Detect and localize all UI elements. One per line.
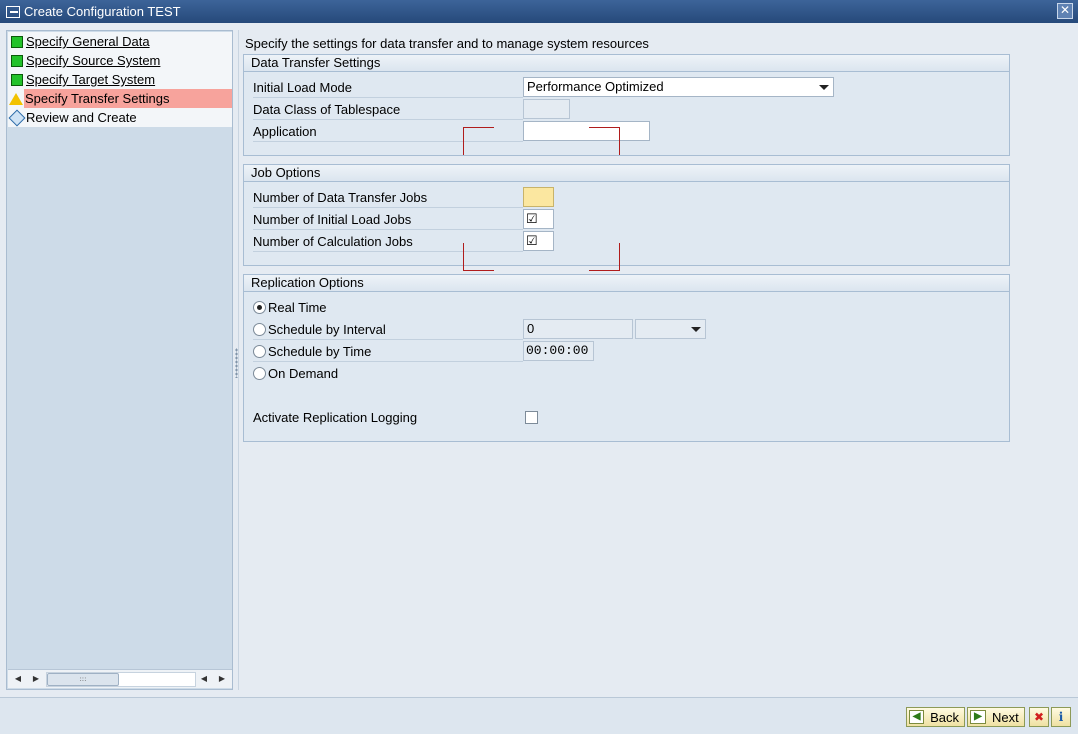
pane-divider — [238, 30, 239, 690]
chevron-down-icon[interactable] — [691, 327, 701, 332]
red-bracket-marker — [589, 127, 620, 155]
time-field[interactable]: 00:00:00 — [523, 341, 594, 361]
info-button[interactable]: i — [1051, 707, 1071, 727]
red-bracket-marker — [463, 243, 494, 271]
next-arrow-icon: ▶ — [970, 710, 986, 724]
schedule-time-radio[interactable] — [253, 345, 266, 358]
initial-load-jobs-label: Number of Initial Load Jobs — [253, 209, 523, 230]
chevron-down-icon[interactable] — [819, 85, 829, 90]
initial-load-mode-label: Initial Load Mode — [253, 77, 523, 98]
schedule-interval-radio[interactable] — [253, 323, 266, 336]
row-divider — [253, 339, 523, 340]
step-review-create[interactable]: Review and Create — [8, 108, 232, 127]
scroll-left-icon[interactable]: ◀ — [12, 673, 24, 685]
diamond-icon — [8, 109, 26, 126]
replication-options-group: Replication Options Real Time Schedule b… — [243, 274, 1010, 442]
next-button[interactable]: ▶ Next — [967, 707, 1025, 727]
cancel-button[interactable]: ✖ — [1029, 707, 1049, 727]
initial-load-jobs-input[interactable]: ☑ — [523, 209, 554, 229]
back-arrow-icon: ◀ — [909, 710, 925, 724]
real-time-label[interactable]: Real Time — [268, 297, 327, 318]
scroll-thumb[interactable]: ::: — [47, 673, 119, 686]
calculation-jobs-input[interactable]: ☑ — [523, 231, 554, 251]
red-bracket-marker — [463, 127, 494, 155]
scroll-right-icon[interactable]: ▶ — [216, 673, 228, 685]
step-list: Specify General Data Specify Source Syst… — [8, 32, 232, 127]
warning-icon — [9, 92, 23, 105]
job-options-group: Job Options Number of Data Transfer Jobs… — [243, 164, 1010, 266]
step-label[interactable]: Review and Create — [26, 110, 137, 125]
step-transfer-settings[interactable]: Specify Transfer Settings — [8, 89, 232, 108]
step-label[interactable]: Specify Target System — [26, 72, 155, 87]
title-bar: Create Configuration TEST ✕ — [0, 0, 1078, 23]
scroll-right-icon[interactable]: ▶ — [30, 673, 42, 685]
checkmark-icon: ☑ — [526, 233, 538, 248]
step-target-system[interactable]: Specify Target System — [8, 70, 232, 89]
step-source-system[interactable]: Specify Source System — [8, 51, 232, 70]
data-transfer-jobs-input[interactable] — [523, 187, 554, 207]
application-input[interactable] — [523, 121, 650, 141]
step-general-data[interactable]: Specify General Data — [8, 32, 232, 51]
initial-load-mode-select[interactable]: Performance Optimized — [523, 77, 834, 97]
step-navigation-pane: Specify General Data Specify Source Syst… — [6, 30, 233, 690]
status-complete-icon — [11, 54, 23, 67]
step-label[interactable]: Specify General Data — [26, 34, 150, 49]
interval-value-field[interactable]: 0 — [523, 319, 633, 339]
next-button-label: Next — [992, 709, 1019, 725]
interval-unit-select[interactable] — [635, 319, 706, 339]
on-demand-radio[interactable] — [253, 367, 266, 380]
status-complete-icon — [11, 35, 23, 48]
splitter-handle[interactable] — [235, 348, 238, 378]
replication-logging-checkbox[interactable] — [525, 411, 538, 424]
group-title: Job Options — [244, 165, 1009, 182]
checkmark-icon: ☑ — [526, 211, 538, 226]
data-transfer-settings-group: Data Transfer Settings Initial Load Mode… — [243, 54, 1010, 156]
schedule-interval-label[interactable]: Schedule by Interval — [268, 319, 386, 340]
data-class-field — [523, 99, 570, 119]
status-complete-icon — [11, 73, 23, 86]
data-transfer-jobs-label: Number of Data Transfer Jobs — [253, 187, 523, 208]
on-demand-label[interactable]: On Demand — [268, 363, 338, 384]
red-bracket-marker — [589, 243, 620, 271]
row-divider — [253, 361, 523, 362]
horizontal-scrollbar[interactable]: ◀ ▶ ::: ◀ ▶ — [8, 669, 232, 688]
window-title: Create Configuration TEST — [24, 4, 181, 19]
step-label[interactable]: Specify Transfer Settings — [24, 89, 232, 108]
group-title: Data Transfer Settings — [244, 55, 1009, 72]
intro-text: Specify the settings for data transfer a… — [245, 36, 649, 51]
group-title: Replication Options — [244, 275, 1009, 292]
back-button[interactable]: ◀ Back — [906, 707, 965, 727]
back-button-label: Back — [930, 709, 959, 725]
replication-logging-label: Activate Replication Logging — [253, 410, 418, 425]
close-window-button[interactable]: ✕ — [1057, 3, 1073, 19]
selected-value: Performance Optimized — [527, 79, 664, 94]
data-class-label: Data Class of Tablespace — [253, 99, 523, 120]
schedule-time-label[interactable]: Schedule by Time — [268, 341, 371, 362]
edit-window-icon — [6, 5, 20, 18]
real-time-radio[interactable] — [253, 301, 266, 314]
scroll-left-icon[interactable]: ◀ — [198, 673, 210, 685]
step-label[interactable]: Specify Source System — [26, 53, 160, 68]
